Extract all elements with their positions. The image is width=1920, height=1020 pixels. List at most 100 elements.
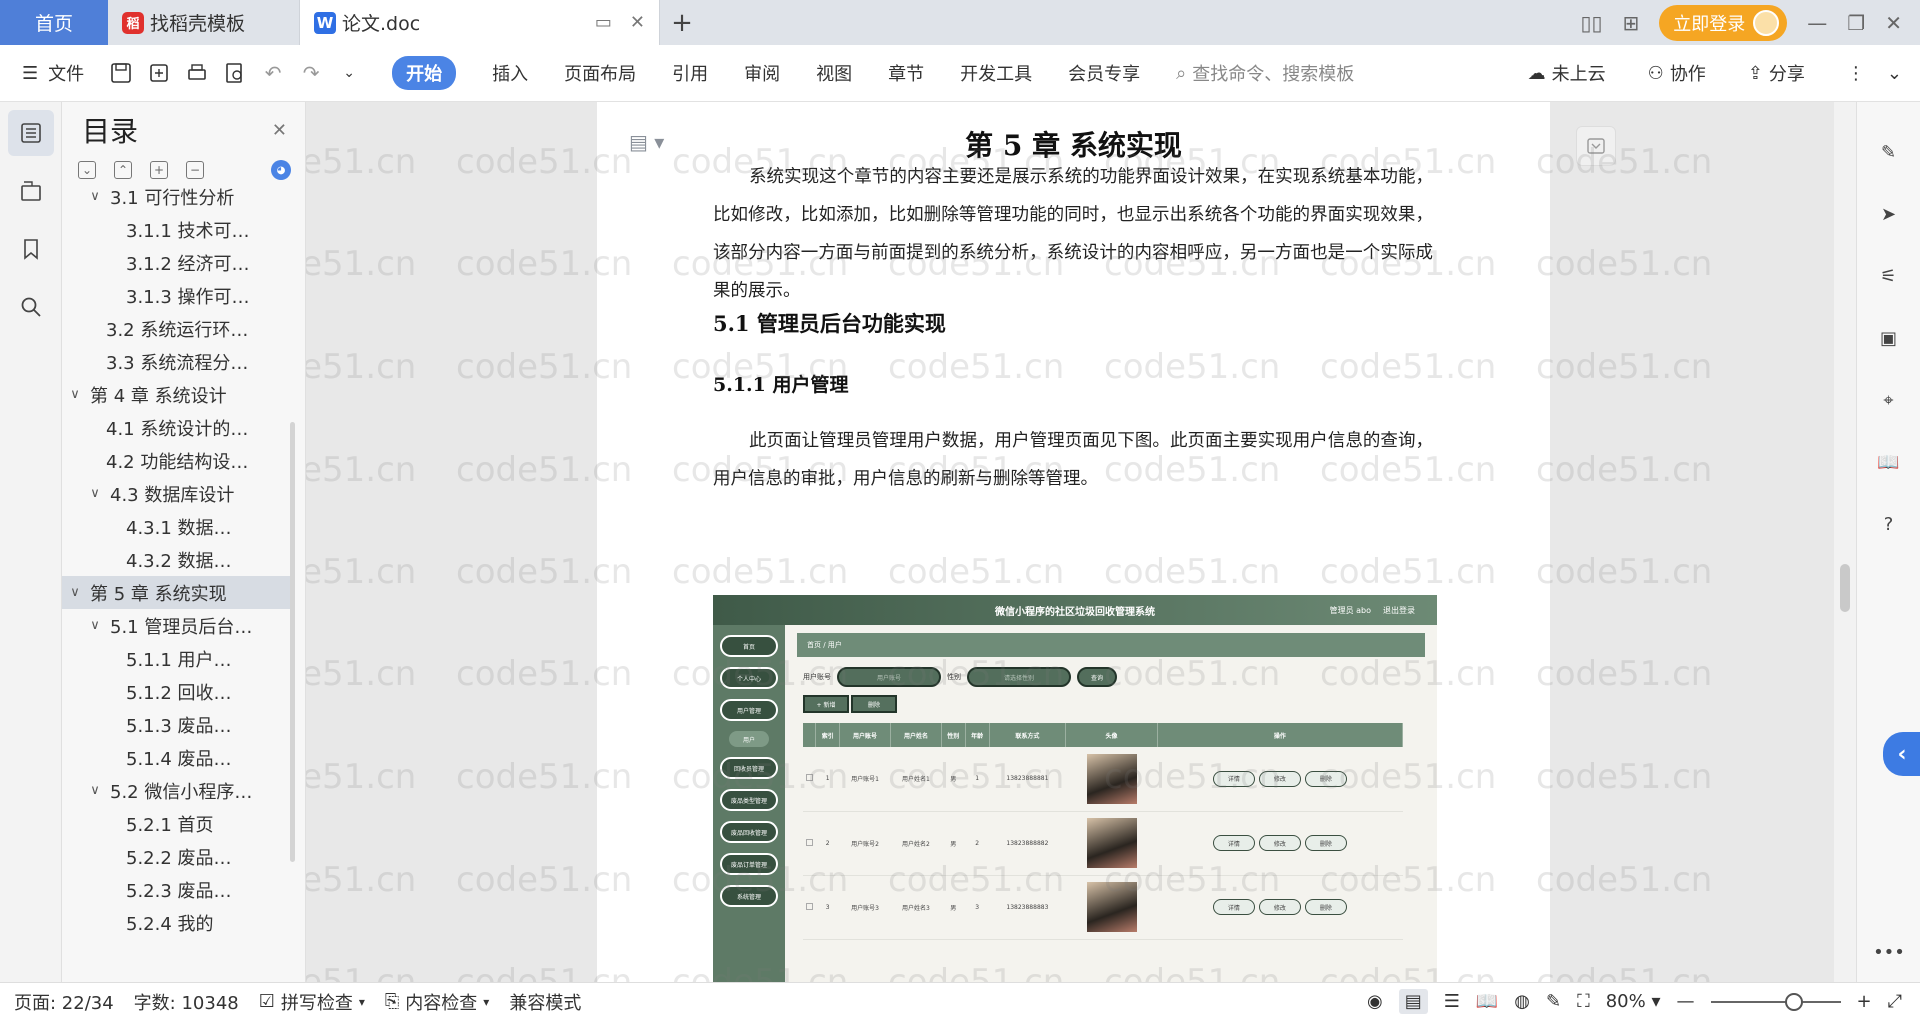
toc-scrollbar[interactable] [290,422,295,862]
toc-item[interactable]: ∨ 第 5 章 系统实现 [62,576,294,609]
remove-heading-icon[interactable]: − [186,161,204,179]
scroll-thumb[interactable] [1840,564,1850,612]
save-icon[interactable] [108,60,134,86]
tab-template[interactable]: 稻 找稻壳模板 [108,0,300,45]
menu-item-8[interactable]: 会员专享 [1068,60,1140,86]
minimize-icon[interactable]: — [1807,11,1827,35]
toc-item[interactable]: ∨ 3.1 可行性分析 [62,180,294,213]
expand-panel-button[interactable]: ‹ [1883,732,1920,776]
chevron-down-icon[interactable]: ∨ [86,486,104,501]
help-icon[interactable]: ? [1869,504,1909,544]
toc-item[interactable]: 4.1 系统设计的… [62,411,294,444]
fullscreen-icon[interactable]: ⤢ [1888,991,1902,1012]
chevron-down-icon[interactable]: ∨ [66,387,84,402]
apps-grid-icon[interactable]: ⊞ [1623,11,1640,35]
toc-item[interactable]: 4.3.2 数据… [62,543,294,576]
expand-all-icon[interactable]: ⌄ [78,161,96,179]
toc-item[interactable]: 5.2.2 废品… [62,840,294,873]
export-pdf-icon[interactable] [146,60,172,86]
toc-item[interactable]: 3.1.2 经济可… [62,246,294,279]
settings-sliders-icon[interactable]: ⚟ [1869,256,1909,296]
restore-icon[interactable]: ❐ [1847,11,1865,35]
new-tab-button[interactable]: + [660,0,704,45]
toc-item[interactable]: 3.1.3 操作可… [62,279,294,312]
write-mode-icon[interactable]: ✎ [1546,991,1561,1012]
menu-item-4[interactable]: 审阅 [744,60,780,86]
window-mode-icon[interactable]: ▭ [595,12,612,33]
outline-view-icon[interactable]: ☰ [1444,991,1460,1012]
toc-item[interactable]: 3.2 系统运行环… [62,312,294,345]
fit-page-icon[interactable]: ⛶ [1577,991,1590,1012]
zoom-in-icon[interactable]: + [1857,991,1872,1012]
navigation-button[interactable] [8,168,54,214]
collab-button[interactable]: ⚇ 协作 [1648,60,1706,86]
eye-protection-icon[interactable]: ◉ [1367,991,1383,1012]
file-menu[interactable]: ☰ 文件 [22,60,84,86]
close-tab-icon[interactable]: ✕ [630,12,645,33]
menu-item-7[interactable]: 开发工具 [960,60,1032,86]
toc-item[interactable]: 4.3.1 数据… [62,510,294,543]
toc-item[interactable]: 5.2.3 废品… [62,873,294,906]
zoom-level[interactable]: 80% ▾ [1606,991,1661,1012]
toc-item[interactable]: ∨ 第 4 章 系统设计 [62,378,294,411]
layout-toggle-icon[interactable]: ▯▯ [1581,11,1603,35]
bookmark-button[interactable] [8,226,54,272]
chevron-down-icon[interactable]: ∨ [86,618,104,633]
print-icon[interactable] [184,60,210,86]
toc-item[interactable]: 5.1.4 废品… [62,741,294,774]
menu-item-3[interactable]: 引用 [672,60,708,86]
find-button[interactable] [8,284,54,330]
page-float-tool[interactable] [1576,126,1616,166]
embedded-screenshot[interactable]: 微信小程序的社区垃圾回收管理系统 管理员 abo 退出登录 首页 个人中心 用户管… [713,595,1437,982]
chevron-down-icon[interactable]: ∨ [66,585,84,600]
tab-home[interactable]: 首页 [0,0,108,45]
toc-panel-button[interactable] [7,110,54,156]
tab-document[interactable]: W 论文.doc ▭ ✕ [300,0,660,45]
login-button[interactable]: 立即登录 [1659,4,1788,41]
toc-item[interactable]: 3.3 系统流程分… [62,345,294,378]
content-check-button[interactable]: ⎘ 内容检查 ▾ [385,989,489,1015]
undo-icon[interactable]: ↶ [260,60,286,86]
toc-item[interactable]: 5.1.1 用户… [62,642,294,675]
select-cursor-icon[interactable]: ➤ [1869,194,1909,234]
location-icon[interactable]: ⌖ [1869,380,1909,420]
close-icon[interactable]: ✕ [272,120,287,141]
chevron-down-icon[interactable]: ∨ [86,189,104,204]
chevron-down-icon[interactable]: ∨ [86,783,104,798]
word-count[interactable]: 字数: 10348 [134,989,239,1015]
quick-access-dropdown-icon[interactable]: ⌄ [336,60,362,86]
add-heading-icon[interactable]: + [150,161,168,179]
toc-item[interactable]: ∨ 4.3 数据库设计 [62,477,294,510]
document-scrollbar[interactable] [1834,102,1856,982]
more-icon[interactable]: ⋮ [1847,63,1865,84]
toc-item[interactable]: 5.1.3 废品… [62,708,294,741]
pen-tool-icon[interactable]: ✎ [1869,132,1909,172]
ai-assistant-icon[interactable]: ◕ [271,160,291,180]
toc-item[interactable]: 5.1.2 回收… [62,675,294,708]
book-icon[interactable]: 📖 [1869,442,1909,482]
spell-check-button[interactable]: ☑ 拼写检查 ▾ [259,989,365,1015]
toc-item[interactable]: 3.1.1 技术可… [62,213,294,246]
zoom-slider[interactable] [1710,992,1841,1011]
toc-item[interactable]: ∨ 5.1 管理员后台… [62,609,294,642]
redo-icon[interactable]: ↷ [298,60,324,86]
toc-item[interactable]: ∨ 5.2 微信小程序… [62,774,294,807]
menu-item-5[interactable]: 视图 [816,60,852,86]
close-window-icon[interactable]: ✕ [1885,11,1902,35]
print-preview-icon[interactable] [222,60,248,86]
menu-item-0[interactable]: 开始 [392,56,457,90]
zoom-out-icon[interactable]: — [1677,991,1695,1012]
menu-item-6[interactable]: 章节 [888,60,924,86]
menu-item-1[interactable]: 插入 [492,60,528,86]
menu-item-2[interactable]: 页面布局 [564,60,636,86]
zoom-slider-knob[interactable] [1784,992,1803,1011]
read-mode-icon[interactable]: 📖 [1476,991,1498,1012]
cloud-status-button[interactable]: ☁ 未上云 [1528,60,1606,86]
image-tool-icon[interactable]: ▣ [1869,318,1909,358]
document-page[interactable]: ▤ ▾ 第 5 章 系统实现 系统实现这个章节的内容主要还是展示系统的功能界面设… [597,102,1550,982]
collapse-ribbon-icon[interactable]: ⌄ [1887,63,1902,84]
more-options-icon[interactable]: ••• [1869,932,1909,972]
page-view-icon[interactable]: ▤ [1398,989,1428,1014]
command-search[interactable]: ⌕ 查找命令、搜索模板 [1176,60,1354,86]
page-count[interactable]: 页面: 22/34 [14,989,114,1015]
